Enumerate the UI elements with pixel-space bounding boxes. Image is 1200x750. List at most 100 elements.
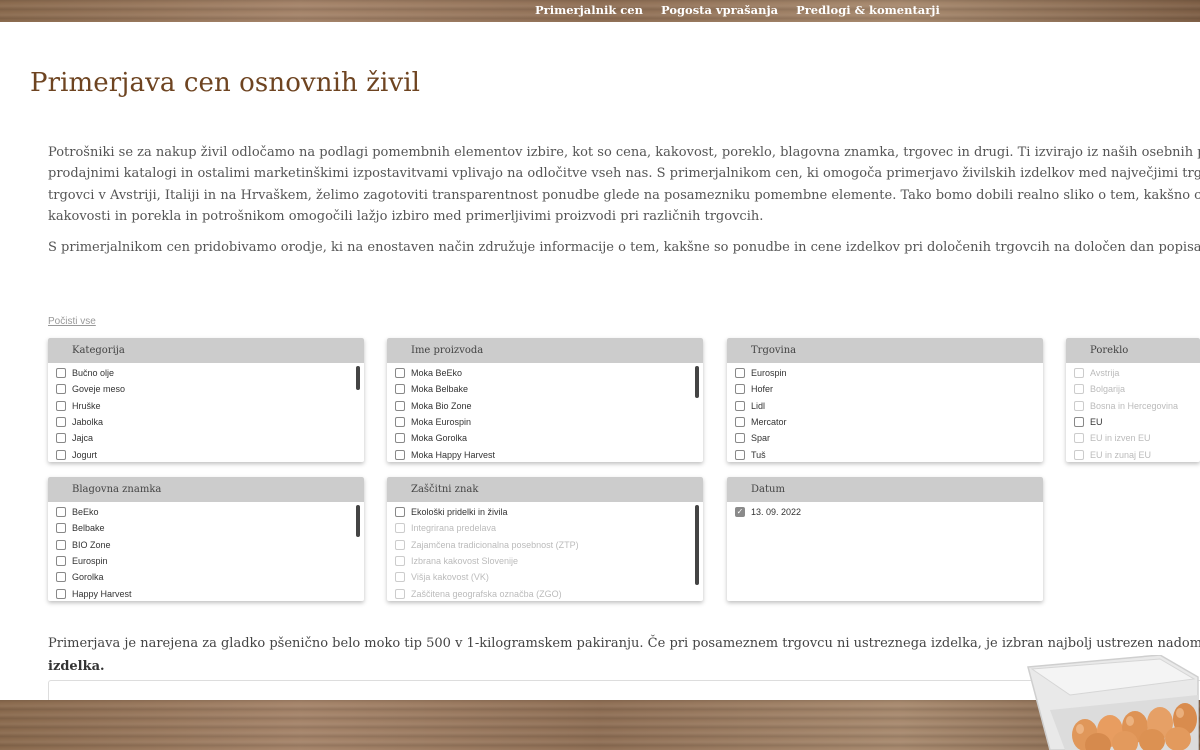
filter-option[interactable]: BIO Zone [48, 537, 364, 553]
checkbox [395, 523, 405, 534]
checkbox[interactable] [735, 384, 745, 395]
nav-link-primerjalnik[interactable]: Primerjalnik cen [535, 3, 643, 17]
filter-list[interactable]: Ekološki pridelki in živila Integrirana … [387, 502, 703, 601]
filter-option[interactable]: Moka Gorolka [387, 430, 703, 446]
scrollbar-thumb[interactable] [356, 366, 360, 390]
checkbox [395, 572, 405, 583]
filter-option[interactable]: Happy Harvest [48, 585, 364, 601]
filter-option[interactable]: Belbake [48, 520, 364, 536]
filter-header: Datum [727, 477, 1043, 502]
option-label: Integrirana predelava [411, 523, 497, 534]
filter-option[interactable]: Mercator [727, 414, 1043, 430]
filter-list[interactable]: Avstrija Bolgarija Bosna in Hercegovina … [1066, 363, 1200, 462]
checkbox[interactable] [395, 417, 405, 428]
filter-option[interactable]: Jogurt [48, 446, 364, 462]
nav-link-feedback[interactable]: Predlogi & komentarji [796, 3, 940, 17]
checkbox [1074, 433, 1084, 444]
filter-header: Trgovina [727, 338, 1043, 363]
filter-option[interactable]: Eurospin [727, 365, 1043, 381]
top-nav-bar: Primerjalnik cen Pogosta vprašanja Predl… [0, 0, 1200, 22]
checkbox[interactable] [56, 507, 66, 518]
checkbox[interactable] [56, 572, 66, 583]
checkbox[interactable] [395, 449, 405, 460]
filter-list[interactable]: ✓ 13. 09. 2022 [727, 502, 1043, 520]
filter-option[interactable]: Moka Eurospin [387, 414, 703, 430]
checkmark-icon[interactable]: ✓ [735, 507, 745, 518]
checkbox[interactable] [56, 384, 66, 395]
filter-header: Poreklo [1066, 338, 1200, 363]
option-label: Tuš [751, 449, 766, 460]
filter-list[interactable]: Bučno olje Goveje meso Hruške Jabolka Ja… [48, 363, 364, 462]
checkbox[interactable] [735, 433, 745, 444]
filter-option[interactable]: Jajca [48, 430, 364, 446]
filter-list[interactable]: Eurospin Hofer Lidl Mercator Spar Tuš [727, 363, 1043, 462]
option-label: Bučno olje [72, 368, 115, 379]
filter-option: Bosna in Hercegovina [1066, 398, 1200, 414]
reset-filters-link[interactable]: Počisti vse [48, 316, 96, 327]
intro-line: trgovci v Avstriji, Italiji in na Hrvašk… [48, 187, 1200, 203]
checkbox[interactable] [1074, 417, 1084, 428]
checkbox [395, 588, 405, 599]
scrollbar-thumb[interactable] [695, 366, 699, 398]
checkbox[interactable] [395, 400, 405, 411]
filter-option[interactable]: Bučno olje [48, 365, 364, 381]
checkbox[interactable] [56, 368, 66, 379]
filter-zascitni-znak: Zaščitni znak Ekološki pridelki in živil… [387, 477, 703, 601]
option-label: Moka Eurospin [411, 417, 472, 428]
filter-option[interactable]: Moka Happy Harvest [387, 446, 703, 462]
checkbox[interactable] [735, 368, 745, 379]
option-label: Belbake [72, 523, 105, 534]
checkbox[interactable] [56, 556, 66, 567]
checkbox[interactable] [395, 507, 405, 518]
checkbox [1074, 400, 1084, 411]
checkbox[interactable] [56, 417, 66, 428]
filter-option[interactable]: Moka Belbake [387, 381, 703, 397]
option-label: 13. 09. 2022 [751, 507, 802, 518]
filter-option[interactable]: Moka Bio Zone [387, 398, 703, 414]
option-label: Hofer [751, 384, 774, 395]
checkbox[interactable] [735, 449, 745, 460]
checkbox[interactable] [56, 523, 66, 534]
checkbox[interactable] [56, 449, 66, 460]
filter-list[interactable]: BeEko Belbake BIO Zone Eurospin Gorolka … [48, 502, 364, 601]
filter-option[interactable]: EU [1066, 414, 1200, 430]
intro-line: prodajnimi katalogi in ostalimi marketin… [48, 166, 1200, 182]
option-label: Eurospin [751, 368, 787, 379]
intro-line: Potrošniki se za nakup živil odločamo na… [48, 145, 1200, 160]
checkbox[interactable] [56, 588, 66, 599]
checkbox[interactable] [395, 433, 405, 444]
filter-option[interactable]: Eurospin [48, 553, 364, 569]
option-label: EU [1090, 417, 1103, 428]
nav-link-faq[interactable]: Pogosta vprašanja [661, 3, 778, 17]
filter-option[interactable]: Gorolka [48, 569, 364, 585]
filter-option[interactable]: Hruške [48, 398, 364, 414]
filter-option[interactable]: Ekološki pridelki in živila [387, 504, 703, 520]
option-label: Moka Belbake [411, 384, 469, 395]
checkbox[interactable] [395, 368, 405, 379]
checkbox[interactable] [735, 417, 745, 428]
filter-datum: Datum ✓ 13. 09. 2022 [727, 477, 1043, 601]
filter-option: Zaščitena geografska označba (ZGO) [387, 585, 703, 601]
filter-option[interactable]: Jabolka [48, 414, 364, 430]
checkbox[interactable] [56, 539, 66, 550]
scrollbar-thumb[interactable] [695, 505, 699, 585]
checkbox[interactable] [56, 400, 66, 411]
scrollbar-thumb[interactable] [356, 505, 360, 537]
filter-option[interactable]: Lidl [727, 398, 1043, 414]
checkbox[interactable] [56, 433, 66, 444]
checkbox[interactable] [735, 400, 745, 411]
main-nav: Primerjalnik cen Pogosta vprašanja Predl… [535, 3, 940, 17]
filter-option[interactable]: BeEko [48, 504, 364, 520]
checkbox[interactable] [395, 384, 405, 395]
filter-option[interactable]: Moka BeEko [387, 365, 703, 381]
filter-option[interactable]: Goveje meso [48, 381, 364, 397]
filter-list[interactable]: Moka BeEko Moka Belbake Moka Bio Zone Mo… [387, 363, 703, 462]
filter-option: Avstrija [1066, 365, 1200, 381]
option-label: Moka Gorolka [411, 433, 468, 444]
filter-option[interactable]: ✓ 13. 09. 2022 [727, 504, 1043, 520]
filter-trgovina: Trgovina Eurospin Hofer Lidl Mercator Sp… [727, 338, 1043, 462]
filter-option[interactable]: Spar [727, 430, 1043, 446]
intro-paragraph: Potrošniki se za nakup živil odločamo na… [48, 142, 1200, 227]
filter-option[interactable]: Hofer [727, 381, 1043, 397]
filter-option[interactable]: Tuš [727, 446, 1043, 462]
